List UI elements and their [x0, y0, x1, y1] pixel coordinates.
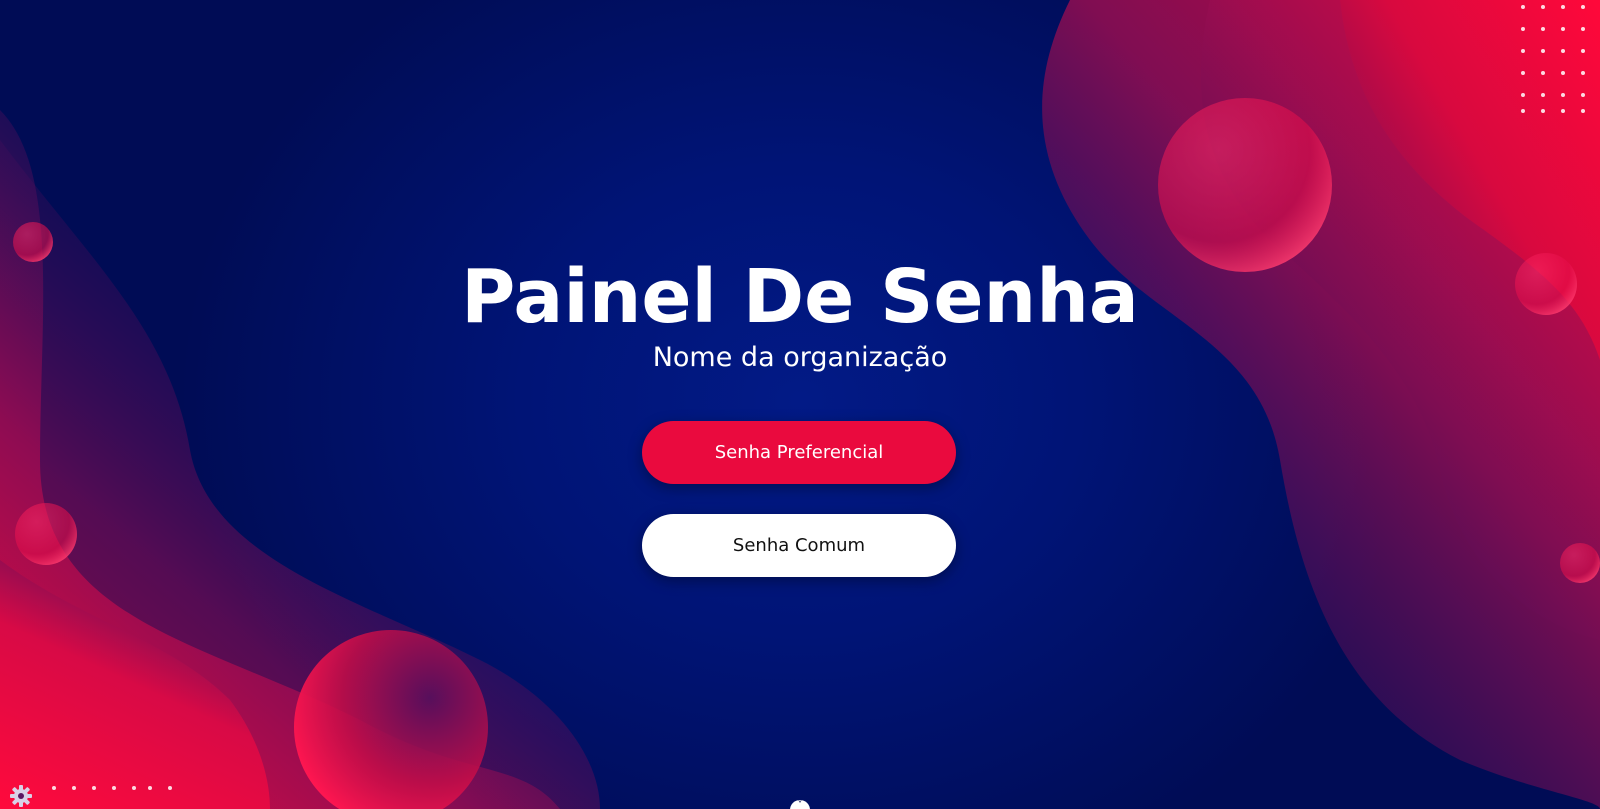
settings-gear-icon: [10, 785, 32, 807]
main-content: Painel De Senha Nome da organização Senh…: [0, 0, 1600, 809]
chevron-glyph: ˅: [797, 800, 803, 809]
password-panel-screen: Painel De Senha Nome da organização Senh…: [0, 0, 1600, 809]
chevron-down-icon[interactable]: ˅: [790, 800, 810, 809]
senha-preferencial-button[interactable]: Senha Preferencial: [642, 421, 956, 484]
organization-name: Nome da organização: [652, 342, 948, 373]
gear-icon[interactable]: [9, 784, 33, 808]
senha-comum-button[interactable]: Senha Comum: [642, 514, 956, 577]
page-title: Painel De Senha: [461, 254, 1139, 340]
